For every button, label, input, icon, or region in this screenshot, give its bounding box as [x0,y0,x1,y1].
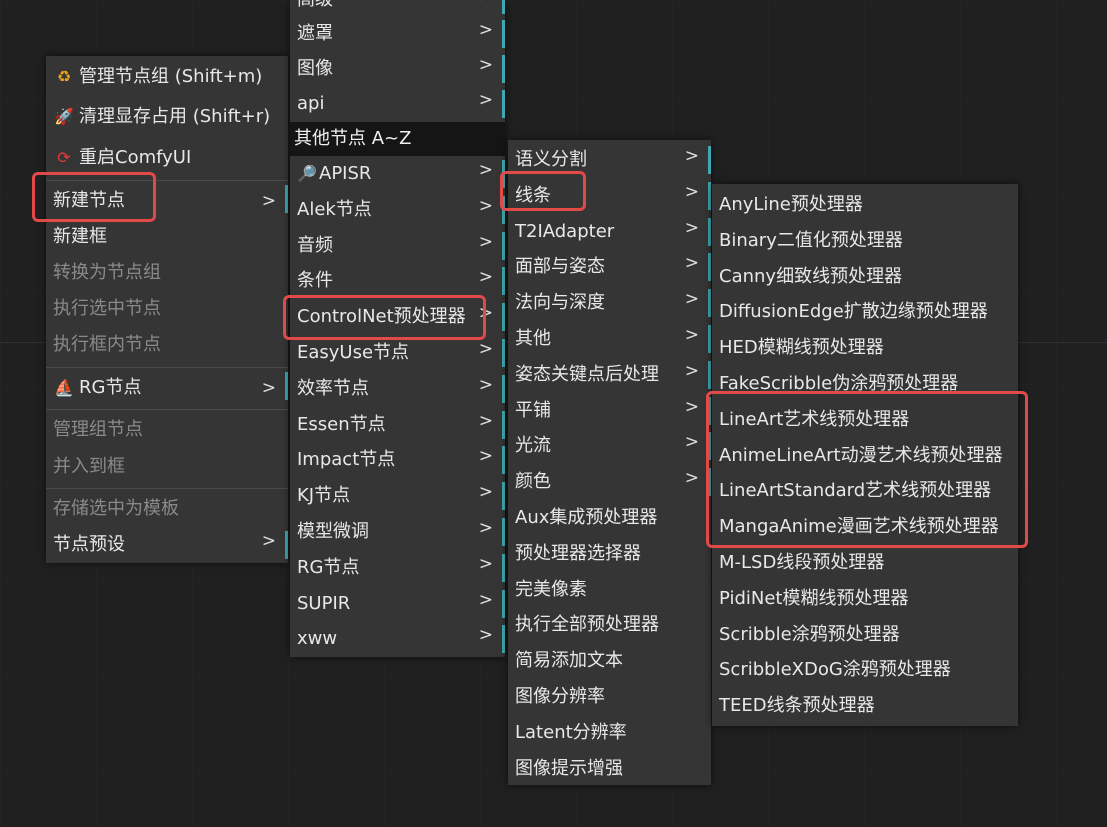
node-category-item[interactable]: EasyUse节点 > [290,335,505,371]
preprocessor-item[interactable]: M-LSD线段预处理器 [712,545,1018,581]
node-category-item[interactable]: KJ节点 > [290,478,505,514]
submenu-arrow-icon: > [478,195,493,216]
submenu-arrow-icon: > [478,482,493,503]
controlnet-category-item[interactable]: 平铺 > [508,393,711,429]
preprocessor-item[interactable]: Binary二值化预处理器 [712,223,1018,259]
clear-vram-item[interactable]: 🚀 清理显存占用 (Shift+r) [46,99,288,135]
context-menu: ♻ 管理节点组 (Shift+m) 🚀 清理显存占用 (Shift+r) ⟳ 重启Co… [46,56,288,563]
controlnet-category-item[interactable]: 简易添加文本 [508,643,711,679]
preprocessor-item[interactable]: TEED线条预处理器 [712,688,1018,724]
submenu-arrow-icon: > [478,625,493,646]
node-category-item[interactable]: 条件 > [290,263,505,299]
preprocessor-item[interactable]: PidiNet模糊线预处理器 [712,581,1018,617]
category-mask[interactable]: 遮罩 > [290,16,505,52]
controlnet-category-item[interactable]: 执行全部预处理器 [508,607,711,643]
controlnet-submenu: 语义分割 > 线条 > T2IAdapter > 面部与姿态 > 法向与深度 > 其他 > 姿态关键点后… [508,140,711,785]
submenu-arrow-icon: > [684,396,699,417]
preprocessor-item[interactable]: DiffusionEdge扩散边缘预处理器 [712,294,1018,330]
submenu-arrow-icon: > [684,360,699,381]
node-category-item[interactable]: xww > [290,621,505,657]
submenu-arrow-icon: > [684,146,699,166]
node-category-item[interactable]: 效率节点 > [290,371,505,407]
manage-group-nodes-item[interactable]: 管理组节点 [46,409,288,449]
controlnet-category-item[interactable]: 图像提示增强 [508,751,711,787]
sailboat-icon: ⛵ [54,378,74,397]
controlnet-category-item[interactable]: 预处理器选择器 [508,536,711,572]
highlight-controlnet [283,295,486,340]
node-category-item[interactable]: 🔎 APISR > [290,156,505,192]
preprocessor-item[interactable]: Scribble涂鸦预处理器 [712,617,1018,653]
submenu-arrow-icon: > [478,374,493,395]
highlight-new-node [32,172,156,222]
submenu-arrow-icon: > [478,589,493,610]
submenu-arrow-icon: > [478,267,493,288]
node-category-item[interactable]: 音频 > [290,228,505,264]
submenu-arrow-icon: > [684,289,699,310]
preprocessor-item[interactable]: AnyLine预处理器 [712,187,1018,223]
node-category-item[interactable]: Alek节点 > [290,192,505,228]
submenu-arrow-icon: > [261,191,276,211]
submenu-arrow-icon: > [684,468,699,489]
node-category-item[interactable]: Impact节点 > [290,442,505,478]
restart-icon: ⟳ [57,148,71,167]
controlnet-category-item[interactable]: 图像分辨率 [508,679,711,715]
manage-node-groups-item[interactable]: ♻ 管理节点组 (Shift+m) [46,59,288,95]
submenu-arrow-icon: > [478,410,493,431]
preprocessor-item[interactable]: Canny细致线预处理器 [712,259,1018,295]
controlnet-category-item[interactable]: 法向与深度 > [508,285,711,321]
category-image[interactable]: 图像 > [290,51,505,87]
node-presets-item[interactable]: 节点预设 > [46,527,288,563]
highlight-lines [500,171,586,211]
submenu-arrow-icon: > [478,518,493,538]
submenu-arrow-icon: > [684,432,699,453]
submenu-arrow-icon: > [478,231,493,252]
submenu-arrow-icon: > [684,253,699,274]
submenu-arrow-icon: > [684,217,699,238]
node-category-item[interactable]: 模型微调 > [290,514,505,550]
execute-selected-item[interactable]: 执行选中节点 [46,291,288,327]
submenu-arrow-icon: > [478,553,493,574]
controlnet-category-item[interactable]: 完美像素 [508,572,711,608]
submenu-arrow-icon: > [684,181,699,202]
submenu-arrow-icon: > [261,378,276,398]
controlnet-category-item[interactable]: Aux集成预处理器 [508,500,711,536]
restart-comfyui-item[interactable]: ⟳ 重启ComfyUI [46,140,288,176]
highlight-lineart-group [706,391,1028,548]
merge-to-frame-item[interactable]: 并入到框 [46,449,288,485]
execute-frame-item[interactable]: 执行框内节点 [46,327,288,363]
magnifier-icon: 🔎 [297,164,317,183]
controlnet-category-item[interactable]: 面部与姿态 > [508,249,711,285]
node-category-item[interactable]: Essen节点 > [290,407,505,443]
preprocessor-item[interactable]: ScribbleXDoG涂鸦预处理器 [712,652,1018,688]
node-category-item[interactable]: SUPIR > [290,586,505,622]
other-nodes-list: 🔎 APISR > Alek节点 > 音频 > 条件 > ControlNet预处理器 > EasyU… [290,156,505,657]
submenu-arrow-icon: > [684,325,699,345]
controlnet-category-item[interactable]: 颜色 > [508,464,711,500]
submenu-arrow-icon: > [261,531,276,551]
hierarchy-icon: ♻ [56,67,72,86]
submenu-arrow-icon: > [478,160,493,180]
submenu-arrow-icon: > [478,446,493,467]
new-frame-item[interactable]: 新建框 [46,219,288,255]
node-category-item[interactable]: RG节点 > [290,550,505,586]
controlnet-category-item[interactable]: Latent分辨率 [508,715,711,751]
other-nodes-header: 其他节点 A~Z [290,122,505,156]
category-api[interactable]: api > [290,86,505,122]
rg-node-item[interactable]: ⛵ RG节点 > [46,367,288,407]
preprocessor-item[interactable]: HED模糊线预处理器 [712,330,1018,366]
controlnet-category-item[interactable]: 光流 > [508,428,711,464]
rocket-icon: 🚀 [54,107,74,126]
save-as-template-item[interactable]: 存储选中为模板 [46,488,288,528]
controlnet-category-item[interactable]: T2IAdapter > [508,214,711,250]
controlnet-category-item[interactable]: 其他 > [508,321,711,357]
controlnet-category-item[interactable]: 姿态关键点后处理 > [508,357,711,393]
convert-to-group-item[interactable]: 转换为节点组 [46,255,288,291]
